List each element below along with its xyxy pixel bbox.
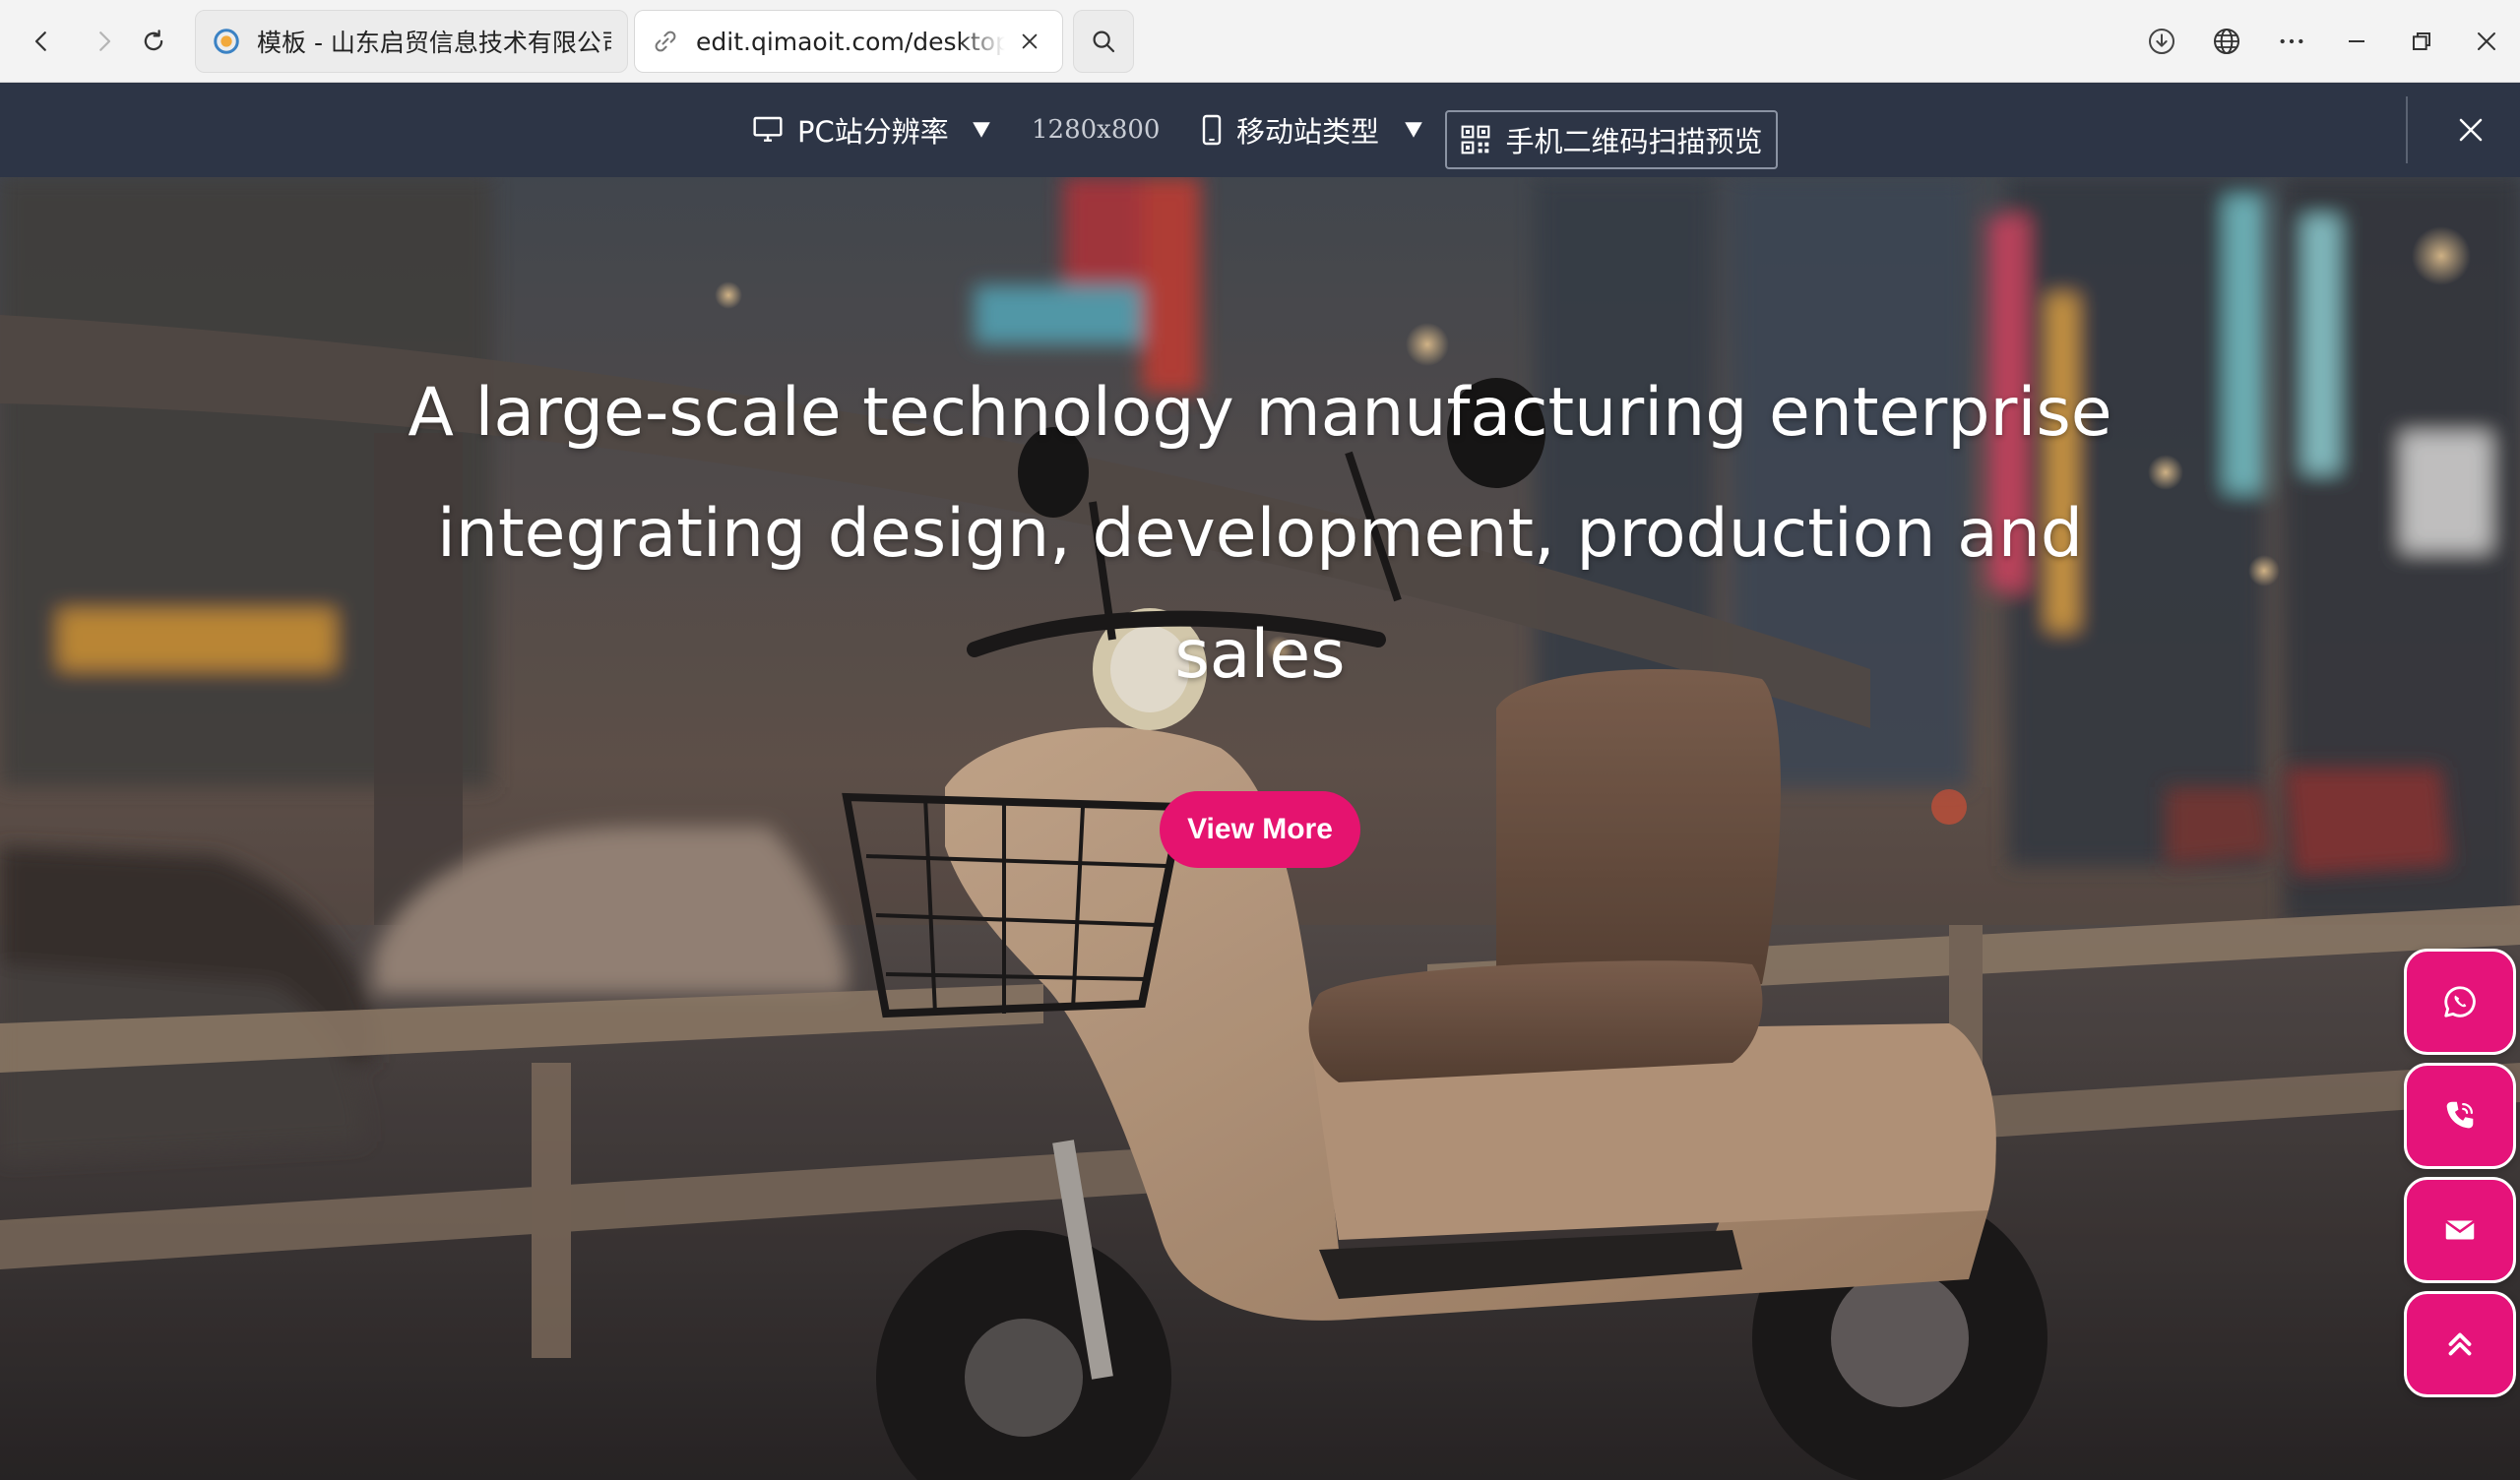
email-button[interactable] [2404, 1177, 2516, 1283]
restore-button[interactable] [2398, 18, 2445, 65]
whatsapp-button[interactable] [2404, 949, 2516, 1055]
qr-code-icon [1462, 125, 1490, 154]
close-icon [2459, 118, 2483, 142]
close-icon [1022, 33, 1038, 49]
pc-resolution-dropdown[interactable]: PC站分辨率 [752, 83, 992, 177]
mobile-type-label: 移动站类型 [1236, 115, 1380, 149]
download-icon [2149, 29, 2174, 54]
tab-editor[interactable]: edit.qimaoit.com/desktop/h [634, 10, 1063, 73]
link-icon [655, 31, 676, 52]
whatsapp-icon [2444, 986, 2476, 1018]
mobile-phone-icon [1202, 114, 1222, 146]
caret-down-icon [1405, 122, 1422, 138]
arrow-left-icon [34, 31, 46, 51]
more-menu-button[interactable] [2268, 18, 2315, 65]
tab-title: edit.qimaoit.com/desktop/h [696, 27, 1005, 56]
hero-title: A large-scale technology manufacturing e… [408, 374, 2112, 694]
site-favicon-icon [214, 29, 239, 54]
minimize-button[interactable] [2333, 18, 2380, 65]
qr-preview-label: 手机二维码扫描预览 [1505, 125, 1763, 158]
arrow-right-icon [99, 31, 111, 51]
double-chevron-up-icon [2448, 1332, 2472, 1356]
reload-icon [144, 30, 163, 51]
more-dots-icon [2280, 38, 2303, 44]
tab-close-button[interactable] [1013, 25, 1046, 58]
phone-button[interactable] [2404, 1063, 2516, 1169]
browser-toolbar: 模板 - 山东启贸信息技术有限公司 edit.qimaoit.com/deskt… [0, 0, 2520, 83]
close-icon [2478, 32, 2495, 50]
toolbar-divider [2406, 96, 2408, 163]
caret-down-icon [972, 122, 990, 138]
pc-resolution-label: PC站分辨率 [797, 115, 949, 149]
hero-banner: A large-scale technology manufacturing e… [0, 177, 2520, 1480]
minimize-icon [2349, 40, 2364, 42]
globe-icon [2214, 29, 2239, 54]
search-icon [1093, 31, 1115, 53]
tab-title: 模板 - 山东启贸信息技术有限公司 [257, 29, 611, 57]
monitor-icon [753, 116, 783, 142]
back-to-top-button[interactable] [2404, 1291, 2516, 1397]
close-preview-button[interactable] [2437, 96, 2504, 163]
reload-button[interactable] [130, 18, 177, 65]
restore-window-icon [2413, 32, 2430, 50]
editor-preview-toolbar: PC站分辨率 1280x800 移动站类型 手机二维码扫描预览 [0, 83, 2520, 177]
mail-icon [2445, 1220, 2475, 1240]
downloads-button[interactable] [2138, 18, 2185, 65]
mobile-type-dropdown[interactable]: 移动站类型 [1201, 83, 1424, 177]
back-button[interactable] [18, 18, 65, 65]
tab-search-button[interactable] [1073, 10, 1134, 73]
resolution-value: 1280x800 [1032, 115, 1161, 145]
phone-icon [2446, 1101, 2474, 1129]
tab-template[interactable]: 模板 - 山东启贸信息技术有限公司 [195, 10, 628, 73]
view-more-button[interactable]: View More [1160, 791, 1360, 868]
translate-button[interactable] [2203, 18, 2250, 65]
window-close-button[interactable] [2463, 18, 2510, 65]
forward-button[interactable] [81, 18, 128, 65]
qr-preview-button[interactable]: 手机二维码扫描预览 [1445, 110, 1778, 169]
